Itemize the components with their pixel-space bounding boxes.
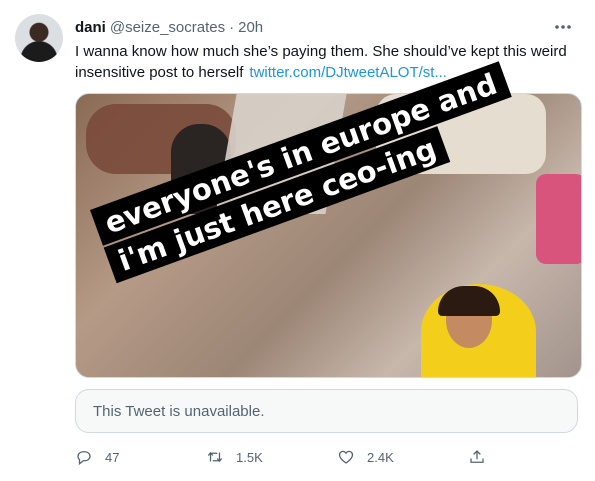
share-button[interactable] bbox=[468, 448, 498, 466]
author-name[interactable]: dani bbox=[75, 19, 106, 36]
reply-button[interactable]: 47 bbox=[75, 448, 206, 466]
tweet-actions: 47 1.5K 2.4K bbox=[75, 445, 580, 469]
like-button[interactable]: 2.4K bbox=[337, 448, 468, 466]
reply-count: 47 bbox=[105, 449, 120, 465]
retweet-count: 1.5K bbox=[236, 449, 263, 465]
share-icon bbox=[470, 450, 484, 463]
tweet-time[interactable]: 20h bbox=[238, 19, 263, 36]
media-pink-shape bbox=[536, 174, 581, 264]
separator-dot: · bbox=[229, 18, 235, 36]
tweet-header: dani @seize_socrates · 20h bbox=[75, 16, 580, 38]
heart-icon bbox=[338, 450, 354, 464]
quoted-link[interactable]: twitter.com/DJtweetALOT/st... bbox=[249, 64, 447, 81]
retweet-icon bbox=[207, 451, 223, 463]
avatar[interactable] bbox=[15, 14, 63, 62]
tweet[interactable]: dani @seize_socrates · 20h I wanna know … bbox=[0, 0, 595, 481]
quoted-tweet-card[interactable]: This Tweet is unavailable. bbox=[75, 389, 578, 433]
author-handle[interactable]: @seize_socrates bbox=[110, 19, 225, 36]
retweet-button[interactable]: 1.5K bbox=[206, 448, 337, 466]
like-count: 2.4K bbox=[367, 449, 394, 465]
unavailable-text: This Tweet is unavailable. bbox=[93, 402, 265, 420]
reply-icon bbox=[77, 451, 91, 466]
more-options-icon[interactable] bbox=[552, 16, 574, 38]
